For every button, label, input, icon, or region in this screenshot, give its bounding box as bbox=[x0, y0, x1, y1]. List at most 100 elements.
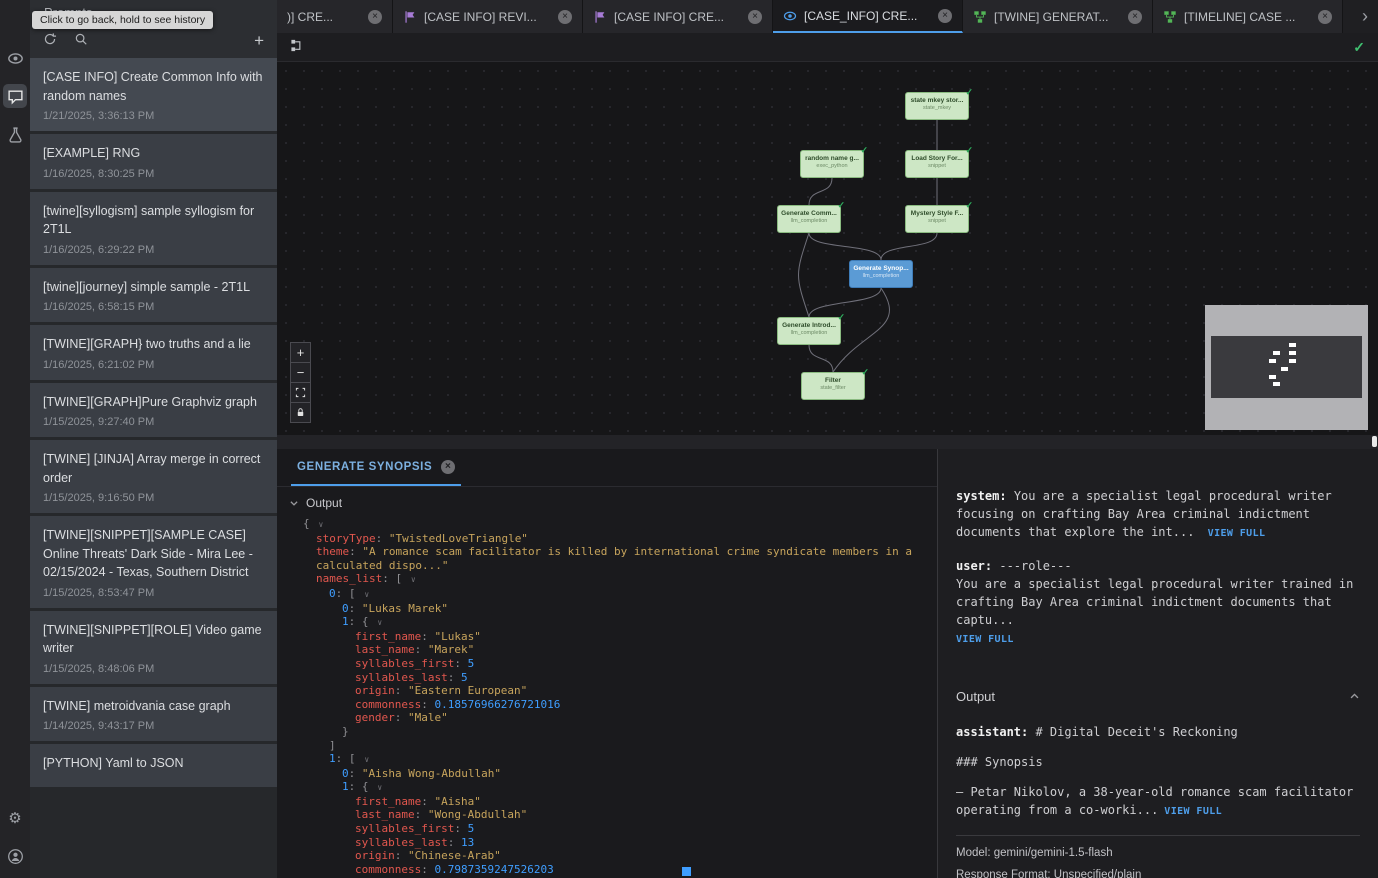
model-label: Model: gemini/gemini-1.5-flash bbox=[956, 845, 1360, 862]
tab[interactable]: [TWINE] GENERAT...× bbox=[963, 0, 1153, 33]
view-full-link[interactable]: VIEW FULL bbox=[1164, 806, 1222, 817]
collapse-caret-icon[interactable]: ∨ bbox=[360, 590, 370, 599]
list-item[interactable]: [twine][journey] simple sample - 2T1L1/1… bbox=[30, 268, 277, 323]
check-icon: ✓ bbox=[837, 200, 845, 211]
node-type: state_mkey bbox=[906, 105, 968, 112]
tab[interactable]: [CASE INFO] REVI... × bbox=[393, 0, 583, 33]
settings-gear-icon[interactable]: ⚙ bbox=[3, 806, 27, 830]
assistant-message: assistant: # Digital Deceit's Reckoning … bbox=[956, 723, 1360, 819]
prompts-icon[interactable] bbox=[3, 84, 27, 108]
close-icon[interactable]: × bbox=[1128, 10, 1142, 24]
list-item[interactable]: [TWINE][GRAPH]Pure Graphviz graph1/15/20… bbox=[30, 383, 277, 438]
close-icon[interactable]: × bbox=[1318, 10, 1332, 24]
tab-scroll-right-button[interactable]: › bbox=[1352, 0, 1378, 33]
output-section-header[interactable]: Output bbox=[956, 687, 1360, 707]
message-text: You are a specialist legal procedural wr… bbox=[956, 575, 1360, 629]
tab-label: [CASE INFO] REVI... bbox=[424, 10, 551, 24]
graph-node[interactable]: ✓Generate Synop...llm_completion bbox=[849, 260, 913, 288]
list-item[interactable]: [TWINE] [JINJA] Array merge in correct o… bbox=[30, 440, 277, 513]
fit-view-button[interactable] bbox=[290, 382, 311, 403]
zoom-in-button[interactable]: + bbox=[290, 342, 311, 363]
assistant-subheading: ### Synopsis bbox=[956, 753, 1360, 771]
node-type: state_filter bbox=[802, 385, 864, 392]
eye-icon[interactable] bbox=[3, 46, 27, 70]
node-type: llm_completion bbox=[778, 330, 840, 337]
assistant-text: – Petar Nikolov, a 38-year-old romance s… bbox=[956, 785, 1353, 817]
check-icon: ✓ bbox=[965, 200, 973, 211]
sidebar: Prompts Click to go back, hold to see hi… bbox=[30, 0, 277, 878]
node-title: Generate Synop... bbox=[850, 265, 912, 273]
collapse-caret-icon[interactable]: ∨ bbox=[373, 618, 383, 627]
tab[interactable]: [CASE_INFO] CRE...× bbox=[773, 0, 963, 33]
graph-node[interactable]: ✓Load Story For...snippet bbox=[905, 150, 969, 178]
view-full-link[interactable]: VIEW FULL bbox=[956, 634, 1014, 645]
list-item[interactable]: [TWINE] metroidvania case graph1/14/2025… bbox=[30, 687, 277, 742]
graph-node[interactable]: ✓Generate Introd...llm_completion bbox=[777, 317, 841, 345]
list-item[interactable]: [twine][syllogism] sample syllogism for … bbox=[30, 192, 277, 265]
view-full-link[interactable]: VIEW FULL bbox=[1208, 528, 1266, 539]
chevron-up-icon bbox=[1349, 691, 1360, 702]
graph-node[interactable]: ✓state mkey stor...state_mkey bbox=[905, 92, 969, 120]
list-item[interactable]: [PYTHON] Yaml to JSON bbox=[30, 744, 277, 787]
tab-bar: )] CRE...×[CASE INFO] REVI...×[CASE INFO… bbox=[277, 0, 1378, 33]
list-item[interactable]: [TWINE][SNIPPET][SAMPLE CASE] Online Thr… bbox=[30, 516, 277, 608]
minimap[interactable] bbox=[1205, 305, 1368, 430]
list-item[interactable]: [EXAMPLE] RNG1/16/2025, 8:30:25 PM bbox=[30, 134, 277, 189]
collapse-caret-icon[interactable]: ∨ bbox=[360, 755, 370, 764]
zoom-out-button[interactable]: − bbox=[290, 362, 311, 383]
lock-icon[interactable] bbox=[290, 402, 311, 423]
panel-drag-handle[interactable] bbox=[682, 867, 691, 876]
history-tooltip: Click to go back, hold to see history bbox=[32, 11, 213, 29]
panel-tab-bar: GENERATE SYNOPSIS × bbox=[277, 449, 937, 487]
message-role: assistant: bbox=[956, 725, 1028, 739]
layout-icon[interactable] bbox=[290, 38, 305, 56]
check-icon: ✓ bbox=[860, 145, 868, 156]
check-icon: ✓ bbox=[965, 87, 973, 98]
tab-generate-synopsis[interactable]: GENERATE SYNOPSIS × bbox=[291, 449, 461, 486]
node-type: llm_completion bbox=[778, 218, 840, 225]
response-format-label: Response Format: Unspecified/plain bbox=[956, 867, 1360, 878]
node-title: Mystery Style F... bbox=[906, 210, 968, 218]
user-message: user: ---role--- You are a specialist le… bbox=[956, 557, 1360, 647]
json-output-view: Output { ∨storyType: "TwistedLoveTriangl… bbox=[277, 487, 937, 878]
account-icon[interactable] bbox=[3, 844, 27, 868]
flask-icon[interactable] bbox=[3, 122, 27, 146]
tab-label: [TIMELINE] CASE ... bbox=[1184, 10, 1311, 24]
collapse-caret-icon[interactable]: ∨ bbox=[314, 520, 324, 529]
graph-node[interactable]: ✓Generate Comm...llm_completion bbox=[777, 205, 841, 233]
collapse-caret-icon[interactable]: ∨ bbox=[373, 783, 383, 792]
tab-label: [CASE INFO] CRE... bbox=[614, 10, 741, 24]
list-item[interactable]: [TWINE][SNIPPET][ROLE] Video game writer… bbox=[30, 611, 277, 684]
node-title: Load Story For... bbox=[906, 155, 968, 163]
graph-node[interactable]: ✓random name g...exec_python bbox=[800, 150, 864, 178]
tab-strip: )] CRE...×[CASE INFO] REVI...×[CASE INFO… bbox=[277, 0, 1352, 33]
search-icon[interactable] bbox=[74, 32, 88, 49]
node-type: snippet bbox=[906, 163, 968, 170]
close-icon[interactable]: × bbox=[441, 460, 455, 474]
run-inspector-panel: system: You are a specialist legal proce… bbox=[937, 449, 1378, 878]
resize-grip[interactable] bbox=[1372, 436, 1377, 447]
message-role: user: bbox=[956, 559, 992, 573]
tab[interactable]: )] CRE...× bbox=[277, 0, 393, 33]
chevron-down-icon bbox=[289, 498, 299, 508]
tab[interactable]: [TIMELINE] CASE ... × bbox=[1153, 0, 1343, 33]
validate-check-icon: ✓ bbox=[1353, 39, 1365, 56]
close-icon[interactable]: × bbox=[558, 10, 572, 24]
zoom-controls: + − bbox=[290, 343, 311, 423]
close-icon[interactable]: × bbox=[938, 9, 952, 23]
graph-node[interactable]: ✓Mystery Style F...snippet bbox=[905, 205, 969, 233]
graph-node[interactable]: ✓Filterstate_filter bbox=[801, 372, 865, 400]
message-role: system: bbox=[956, 489, 1007, 503]
refresh-icon[interactable] bbox=[43, 32, 57, 49]
list-item[interactable]: [CASE INFO] Create Common Info with rand… bbox=[30, 58, 277, 131]
prompt-list: [CASE INFO] Create Common Info with rand… bbox=[30, 58, 277, 878]
panel-resize-bar[interactable] bbox=[277, 435, 1378, 449]
add-prompt-button[interactable]: + bbox=[254, 32, 264, 49]
output-collapse-header[interactable]: Output bbox=[289, 496, 929, 510]
list-item[interactable]: [TWINE][GRAPH} two truths and a lie1/16/… bbox=[30, 325, 277, 380]
collapse-caret-icon[interactable]: ∨ bbox=[406, 575, 416, 584]
close-icon[interactable]: × bbox=[368, 10, 382, 24]
close-icon[interactable]: × bbox=[748, 10, 762, 24]
tab[interactable]: [CASE INFO] CRE... × bbox=[583, 0, 773, 33]
graph-canvas[interactable]: ✓state mkey stor...state_mkey ✓random nam… bbox=[277, 62, 1378, 435]
